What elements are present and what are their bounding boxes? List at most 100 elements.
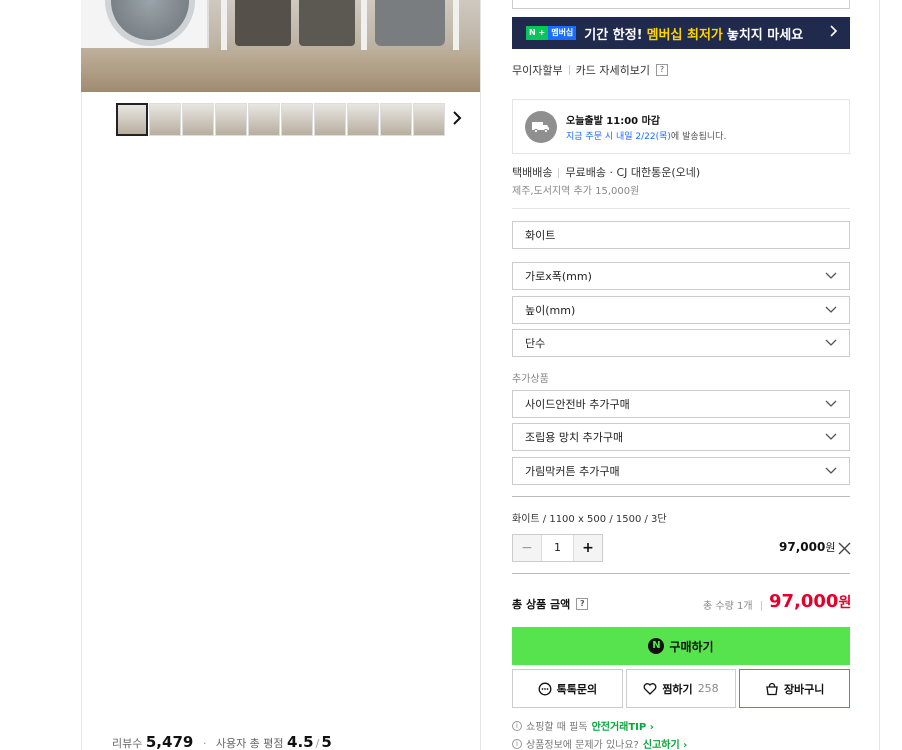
buy-button[interactable]: N 구매하기 <box>512 627 850 665</box>
naver-plus-badge: N + 멤버십 <box>526 26 577 40</box>
membership-banner[interactable]: N + 멤버십 기간 한정! 멤버십 최저가 놓치지 마세요 <box>512 17 850 49</box>
chevron-right-icon[interactable] <box>452 110 466 130</box>
thumbnail-strip <box>116 103 445 136</box>
review-count-label: 리뷰수 <box>112 737 143 750</box>
rating-value: 4.5 <box>287 733 314 750</box>
washer-image-part <box>81 0 209 48</box>
addon-select-safety-bar[interactable]: 사이드안전바 추가구매 <box>512 390 850 418</box>
info-icon: i <box>512 720 522 731</box>
shipping-extra: 제주,도서지역 추가 15,000원 <box>512 186 640 197</box>
shelf-post <box>361 0 367 50</box>
info-icon: i <box>512 738 522 749</box>
delivery-date: 지금 주문 시 내일 2/22(목) <box>566 132 671 142</box>
delivery-suffix: 에 발송됩니다. <box>670 132 727 142</box>
report-tip: i 상품정보에 문제가 있나요? 신고하기 › <box>512 736 850 750</box>
review-count[interactable]: 5,479 <box>146 733 193 750</box>
badge-n: N <box>529 28 536 37</box>
thumbnail[interactable] <box>116 103 148 136</box>
total-price-unit: 원 <box>838 595 852 611</box>
chevron-down-icon <box>825 467 837 474</box>
basket <box>235 0 291 46</box>
column-divider <box>480 0 481 750</box>
card-detail-link[interactable]: 카드 자세히보기 <box>576 62 650 78</box>
action-buttons: 톡톡문의 찜하기 258 장바구니 <box>512 669 851 708</box>
rating-max: 5 <box>321 733 332 750</box>
shipping-method: 택배배송 <box>512 166 553 179</box>
quantity-plus-button[interactable]: + <box>574 535 602 561</box>
cart-button[interactable]: 장바구니 <box>739 669 851 708</box>
option-select-size[interactable]: 가로x폭(mm) <box>512 262 850 290</box>
chevron-down-icon <box>825 272 837 279</box>
thumbnail[interactable] <box>380 103 412 136</box>
total-price-value: 97,000 <box>769 591 839 612</box>
divider <box>512 573 850 574</box>
total-quantity: 총 수량 1개 <box>703 597 768 612</box>
divider <box>512 496 850 497</box>
badge-text: 멤버십 <box>548 26 577 40</box>
review-summary: 리뷰수 5,479 · 사용자 총 평점 4.5/5 <box>112 733 332 750</box>
close-icon[interactable] <box>838 540 851 555</box>
right-border <box>879 0 880 750</box>
buy-label: 구매하기 <box>669 639 714 654</box>
selected-option-summary: 화이트 / 1100 x 500 / 1500 / 3단 <box>512 514 667 525</box>
color-option[interactable]: 화이트 <box>512 221 850 249</box>
banner-highlight: 멤버십 최저가 <box>646 27 723 43</box>
select-label: 조립용 망치 추가구매 <box>525 431 624 444</box>
thumbnail[interactable] <box>215 103 247 136</box>
select-label: 사이드안전바 추가구매 <box>525 398 630 411</box>
chevron-down-icon <box>825 433 837 440</box>
select-label: 가로x폭(mm) <box>525 270 592 283</box>
report-link[interactable]: 신고하기 › <box>643 736 687 750</box>
suitcase <box>375 0 445 46</box>
item-price-value: 97,000 <box>779 540 826 554</box>
shelf-post <box>221 0 227 50</box>
thumbnail[interactable] <box>347 103 379 136</box>
item-price-unit: 원 <box>825 541 836 554</box>
option-select-tiers[interactable]: 단수 <box>512 329 850 357</box>
wish-label: 찜하기 <box>662 682 693 696</box>
thumbnail[interactable] <box>314 103 346 136</box>
thumbnail[interactable] <box>149 103 181 136</box>
chat-icon <box>538 682 552 695</box>
select-label: 단수 <box>525 337 546 350</box>
previous-field-box <box>512 0 850 9</box>
cart-label: 장바구니 <box>783 682 825 696</box>
quantity-input[interactable]: 1 <box>541 535 574 561</box>
naver-pay-icon: N <box>648 638 665 654</box>
quantity-minus-button[interactable]: − <box>513 535 541 561</box>
chevron-down-icon <box>825 400 837 407</box>
chevron-down-icon <box>825 306 837 313</box>
shipping-carrier: · CJ 대한통운(오네) <box>609 166 701 179</box>
safety-tip: i 쇼핑할 때 필독 안전거래TIP › <box>512 718 850 733</box>
thumbnail[interactable] <box>248 103 280 136</box>
help-icon[interactable]: ? <box>576 598 589 610</box>
divider <box>512 208 850 209</box>
wishlist-button[interactable]: 찜하기 258 <box>625 669 737 708</box>
basket <box>299 0 355 46</box>
wish-count: 258 <box>697 682 719 695</box>
delivery-subtitle: 지금 주문 시 내일 2/22(목)에 발송됩니다. <box>566 129 726 142</box>
banner-text-after: 놓치지 마세요 <box>726 27 804 43</box>
option-select-height[interactable]: 높이(mm) <box>512 296 850 324</box>
product-main-image <box>81 0 480 92</box>
tip-text: 쇼핑할 때 필독 <box>526 722 588 733</box>
addon-select-hammer[interactable]: 조립용 망치 추가구매 <box>512 423 850 451</box>
safe-trade-tip-link[interactable]: 안전거래TIP › <box>592 718 654 733</box>
shipping-info: 택배배송 무료배송 · CJ 대한통운(오네) <box>512 164 850 180</box>
badge-plus: + <box>538 28 546 37</box>
thumbnail[interactable] <box>182 103 214 136</box>
installment-link[interactable]: 무이자할부 <box>512 62 563 78</box>
total-quantity-text: 총 수량 1개 <box>703 601 753 612</box>
addon-select-curtain[interactable]: 가림막커튼 추가구매 <box>512 457 850 485</box>
rating-sep: / <box>315 737 320 750</box>
card-links: 무이자할부 카드 자세히보기 ? <box>512 62 850 78</box>
talk-inquiry-button[interactable]: 톡톡문의 <box>512 669 623 708</box>
select-label: 높이(mm) <box>525 304 576 317</box>
banner-text-before: 기간 한정! <box>584 27 643 43</box>
divider <box>568 65 570 75</box>
rating-label: 사용자 총 평점 <box>215 737 284 750</box>
help-icon[interactable]: ? <box>655 64 668 76</box>
thumbnail[interactable] <box>413 103 445 136</box>
thumbnail[interactable] <box>281 103 313 136</box>
delivery-title: 오늘출발 11:00 마감 <box>566 116 660 127</box>
